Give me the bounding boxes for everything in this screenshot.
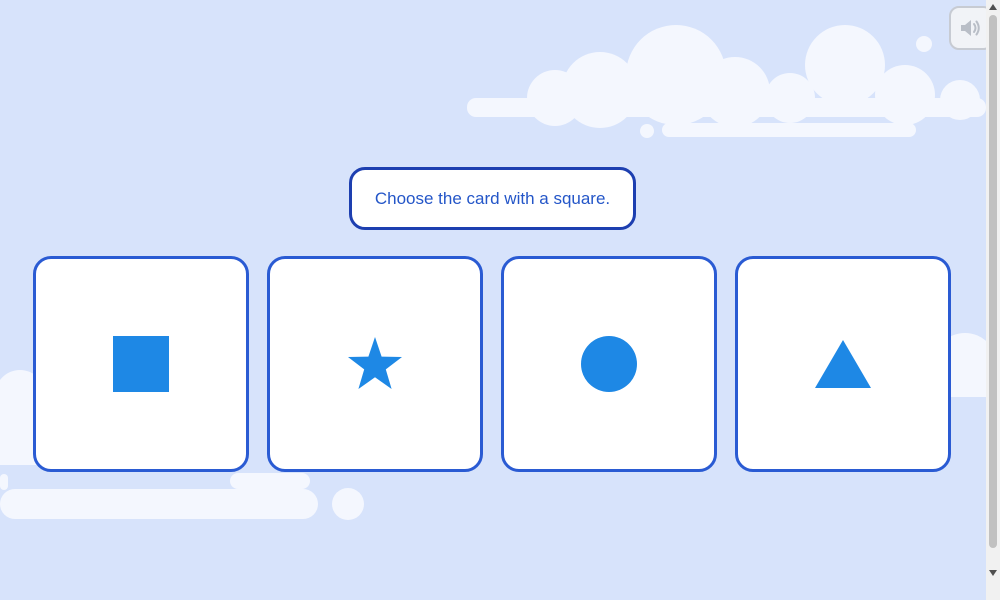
sound-button[interactable] (949, 6, 986, 50)
answer-card-square[interactable] (33, 256, 249, 472)
answer-card-triangle[interactable] (735, 256, 951, 472)
instruction-prompt: Choose the card with a square. (349, 167, 636, 230)
scroll-up-arrow-icon[interactable] (986, 0, 1000, 14)
square-icon (113, 336, 169, 392)
scrollbar-thumb[interactable] (989, 15, 997, 548)
answer-card-circle[interactable] (501, 256, 717, 472)
scroll-down-arrow-icon[interactable] (986, 566, 1000, 580)
triangle-icon (815, 340, 871, 388)
vertical-scrollbar[interactable] (986, 0, 1000, 600)
circle-icon (581, 336, 637, 392)
game-stage: Choose the card with a square. (0, 0, 986, 600)
instruction-text: Choose the card with a square. (374, 188, 611, 208)
speaker-icon (961, 20, 980, 36)
answer-card-star[interactable] (267, 256, 483, 472)
star-icon (348, 337, 402, 389)
